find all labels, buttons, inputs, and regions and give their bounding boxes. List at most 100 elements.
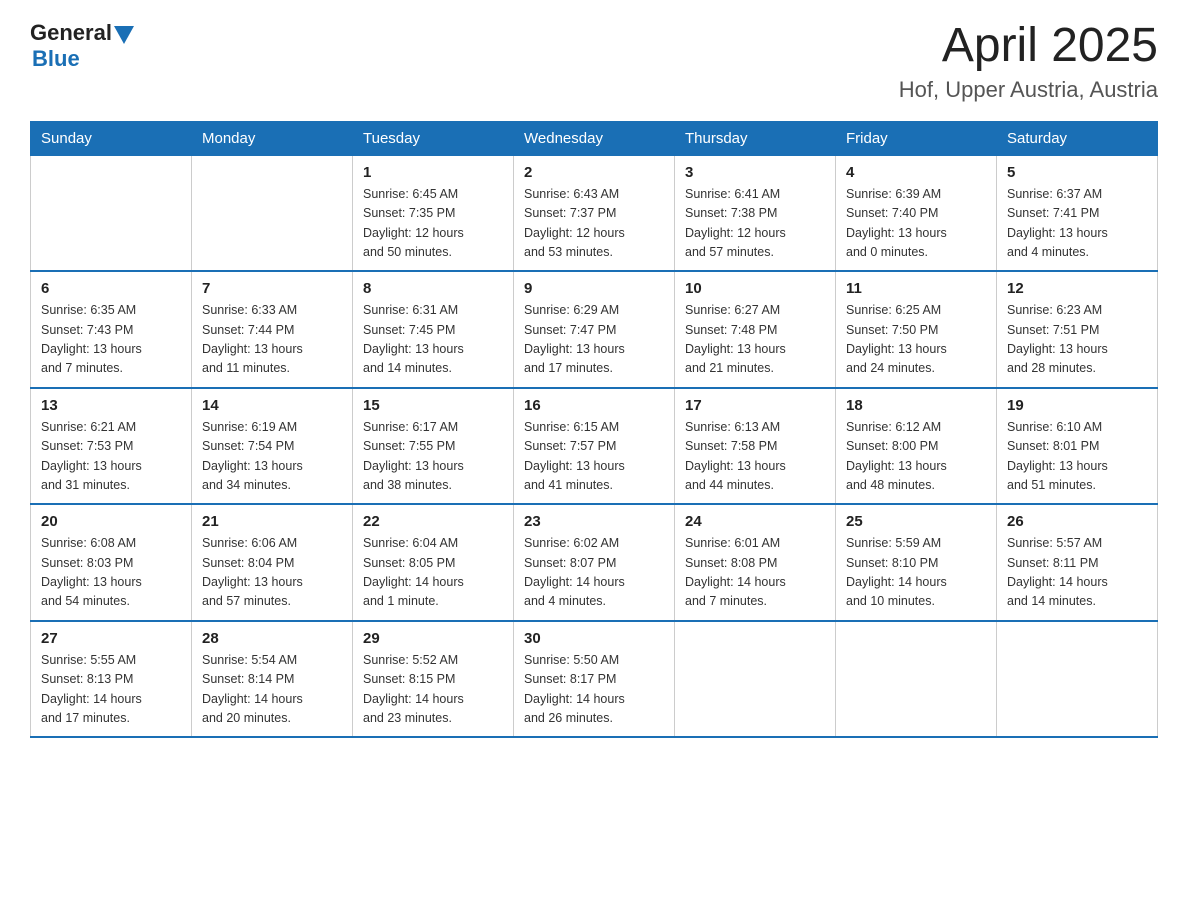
calendar-cell: 2 Sunrise: 6:43 AMSunset: 7:37 PMDaylight… bbox=[514, 155, 675, 271]
day-info: Sunrise: 6:25 AMSunset: 7:50 PMDaylight:… bbox=[846, 301, 986, 379]
calendar-cell: 7Sunrise: 6:33 AMSunset: 7:44 PMDaylight… bbox=[192, 271, 353, 388]
calendar-week-2: 6Sunrise: 6:35 AMSunset: 7:43 PMDaylight… bbox=[31, 271, 1158, 388]
calendar-week-1: 1Sunrise: 6:45 AMSunset: 7:35 PMDaylight… bbox=[31, 155, 1158, 271]
day-info: Sunrise: 6:02 AMSunset: 8:07 PMDaylight:… bbox=[524, 534, 664, 612]
weekday-header-friday: Friday bbox=[836, 121, 997, 155]
day-number: 12 bbox=[1007, 280, 1147, 297]
logo: General Blue bbox=[30, 20, 134, 72]
calendar-cell bbox=[836, 621, 997, 738]
calendar-cell: 22 Sunrise: 6:04 AMSunset: 8:05 PMDayligh… bbox=[353, 504, 514, 621]
day-info: Sunrise: 6:43 AMSunset: 7:37 PMDaylight:… bbox=[524, 185, 664, 263]
weekday-header-thursday: Thursday bbox=[675, 121, 836, 155]
calendar-cell: 15 Sunrise: 6:17 AMSunset: 7:55 PMDayligh… bbox=[353, 388, 514, 505]
calendar-cell: 16 Sunrise: 6:15 AMSunset: 7:57 PMDayligh… bbox=[514, 388, 675, 505]
calendar-cell: 27 Sunrise: 5:55 AMSunset: 8:13 PMDayligh… bbox=[31, 621, 192, 738]
title-block: April 2025 Hof, Upper Austria, Austria bbox=[899, 20, 1158, 103]
calendar-cell: 3Sunrise: 6:41 AMSunset: 7:38 PMDaylight… bbox=[675, 155, 836, 271]
day-number: 28 bbox=[202, 630, 342, 647]
day-number: 15 bbox=[363, 397, 503, 414]
calendar-cell bbox=[31, 155, 192, 271]
calendar-cell: 30Sunrise: 5:50 AMSunset: 8:17 PMDayligh… bbox=[514, 621, 675, 738]
day-number: 8 bbox=[363, 280, 503, 297]
calendar-cell: 4 Sunrise: 6:39 AMSunset: 7:40 PMDaylight… bbox=[836, 155, 997, 271]
day-number: 14 bbox=[202, 397, 342, 414]
calendar-cell: 10 Sunrise: 6:27 AMSunset: 7:48 PMDayligh… bbox=[675, 271, 836, 388]
day-info: Sunrise: 6:17 AMSunset: 7:55 PMDaylight:… bbox=[363, 418, 503, 496]
day-info: Sunrise: 6:08 AMSunset: 8:03 PMDaylight:… bbox=[41, 534, 181, 612]
day-info: Sunrise: 6:06 AMSunset: 8:04 PMDaylight:… bbox=[202, 534, 342, 612]
calendar-cell: 9Sunrise: 6:29 AMSunset: 7:47 PMDaylight… bbox=[514, 271, 675, 388]
day-number: 17 bbox=[685, 397, 825, 414]
calendar-cell: 28Sunrise: 5:54 AMSunset: 8:14 PMDayligh… bbox=[192, 621, 353, 738]
day-info: Sunrise: 5:50 AMSunset: 8:17 PMDaylight:… bbox=[524, 651, 664, 729]
calendar-cell bbox=[675, 621, 836, 738]
calendar-cell bbox=[997, 621, 1158, 738]
day-number: 18 bbox=[846, 397, 986, 414]
calendar-cell: 6Sunrise: 6:35 AMSunset: 7:43 PMDaylight… bbox=[31, 271, 192, 388]
day-number: 21 bbox=[202, 513, 342, 530]
day-number: 25 bbox=[846, 513, 986, 530]
day-number: 1 bbox=[363, 164, 503, 181]
weekday-header-tuesday: Tuesday bbox=[353, 121, 514, 155]
day-info: Sunrise: 6:10 AMSunset: 8:01 PMDaylight:… bbox=[1007, 418, 1147, 496]
day-info: Sunrise: 6:01 AMSunset: 8:08 PMDaylight:… bbox=[685, 534, 825, 612]
calendar-week-5: 27 Sunrise: 5:55 AMSunset: 8:13 PMDayligh… bbox=[31, 621, 1158, 738]
day-number: 2 bbox=[524, 164, 664, 181]
day-number: 27 bbox=[41, 630, 181, 647]
page-header: General Blue April 2025 Hof, Upper Austr… bbox=[30, 20, 1158, 103]
day-number: 4 bbox=[846, 164, 986, 181]
calendar-cell: 24 Sunrise: 6:01 AMSunset: 8:08 PMDayligh… bbox=[675, 504, 836, 621]
day-number: 13 bbox=[41, 397, 181, 414]
page-title: April 2025 bbox=[899, 20, 1158, 73]
calendar-cell: 11 Sunrise: 6:25 AMSunset: 7:50 PMDayligh… bbox=[836, 271, 997, 388]
day-info: Sunrise: 6:12 AMSunset: 8:00 PMDaylight:… bbox=[846, 418, 986, 496]
day-number: 16 bbox=[524, 397, 664, 414]
calendar-cell: 12Sunrise: 6:23 AMSunset: 7:51 PMDayligh… bbox=[997, 271, 1158, 388]
calendar-week-3: 13 Sunrise: 6:21 AMSunset: 7:53 PMDayligh… bbox=[31, 388, 1158, 505]
calendar-week-4: 20 Sunrise: 6:08 AMSunset: 8:03 PMDayligh… bbox=[31, 504, 1158, 621]
calendar-table: SundayMondayTuesdayWednesdayThursdayFrid… bbox=[30, 121, 1158, 739]
day-number: 22 bbox=[363, 513, 503, 530]
calendar-cell: 29Sunrise: 5:52 AMSunset: 8:15 PMDayligh… bbox=[353, 621, 514, 738]
day-number: 5 bbox=[1007, 164, 1147, 181]
weekday-header-sunday: Sunday bbox=[31, 121, 192, 155]
weekday-header-saturday: Saturday bbox=[997, 121, 1158, 155]
calendar-header: SundayMondayTuesdayWednesdayThursdayFrid… bbox=[31, 121, 1158, 155]
weekday-row: SundayMondayTuesdayWednesdayThursdayFrid… bbox=[31, 121, 1158, 155]
day-number: 23 bbox=[524, 513, 664, 530]
day-number: 20 bbox=[41, 513, 181, 530]
calendar-cell: 8 Sunrise: 6:31 AMSunset: 7:45 PMDaylight… bbox=[353, 271, 514, 388]
calendar-cell: 1Sunrise: 6:45 AMSunset: 7:35 PMDaylight… bbox=[353, 155, 514, 271]
day-info: Sunrise: 6:15 AMSunset: 7:57 PMDaylight:… bbox=[524, 418, 664, 496]
page-subtitle: Hof, Upper Austria, Austria bbox=[899, 77, 1158, 103]
day-info: Sunrise: 5:59 AMSunset: 8:10 PMDaylight:… bbox=[846, 534, 986, 612]
day-number: 11 bbox=[846, 280, 986, 297]
calendar-cell: 21 Sunrise: 6:06 AMSunset: 8:04 PMDayligh… bbox=[192, 504, 353, 621]
day-info: Sunrise: 6:37 AMSunset: 7:41 PMDaylight:… bbox=[1007, 185, 1147, 263]
day-info: Sunrise: 6:35 AMSunset: 7:43 PMDaylight:… bbox=[41, 301, 181, 379]
day-number: 9 bbox=[524, 280, 664, 297]
calendar-cell: 13 Sunrise: 6:21 AMSunset: 7:53 PMDayligh… bbox=[31, 388, 192, 505]
day-info: Sunrise: 5:57 AMSunset: 8:11 PMDaylight:… bbox=[1007, 534, 1147, 612]
day-number: 10 bbox=[685, 280, 825, 297]
day-info: Sunrise: 6:39 AMSunset: 7:40 PMDaylight:… bbox=[846, 185, 986, 263]
calendar-cell: 14 Sunrise: 6:19 AMSunset: 7:54 PMDayligh… bbox=[192, 388, 353, 505]
day-number: 24 bbox=[685, 513, 825, 530]
calendar-cell: 23 Sunrise: 6:02 AMSunset: 8:07 PMDayligh… bbox=[514, 504, 675, 621]
weekday-header-wednesday: Wednesday bbox=[514, 121, 675, 155]
logo-triangle-icon bbox=[114, 26, 134, 44]
day-info: Sunrise: 6:31 AMSunset: 7:45 PMDaylight:… bbox=[363, 301, 503, 379]
calendar-cell: 17Sunrise: 6:13 AMSunset: 7:58 PMDayligh… bbox=[675, 388, 836, 505]
day-number: 3 bbox=[685, 164, 825, 181]
day-info: Sunrise: 6:04 AMSunset: 8:05 PMDaylight:… bbox=[363, 534, 503, 612]
day-info: Sunrise: 6:21 AMSunset: 7:53 PMDaylight:… bbox=[41, 418, 181, 496]
day-info: Sunrise: 6:27 AMSunset: 7:48 PMDaylight:… bbox=[685, 301, 825, 379]
day-number: 26 bbox=[1007, 513, 1147, 530]
day-info: Sunrise: 6:19 AMSunset: 7:54 PMDaylight:… bbox=[202, 418, 342, 496]
calendar-cell: 20 Sunrise: 6:08 AMSunset: 8:03 PMDayligh… bbox=[31, 504, 192, 621]
logo-text-blue: Blue bbox=[32, 46, 80, 72]
calendar-cell: 18 Sunrise: 6:12 AMSunset: 8:00 PMDayligh… bbox=[836, 388, 997, 505]
calendar-cell bbox=[192, 155, 353, 271]
day-info: Sunrise: 5:55 AMSunset: 8:13 PMDaylight:… bbox=[41, 651, 181, 729]
day-number: 29 bbox=[363, 630, 503, 647]
